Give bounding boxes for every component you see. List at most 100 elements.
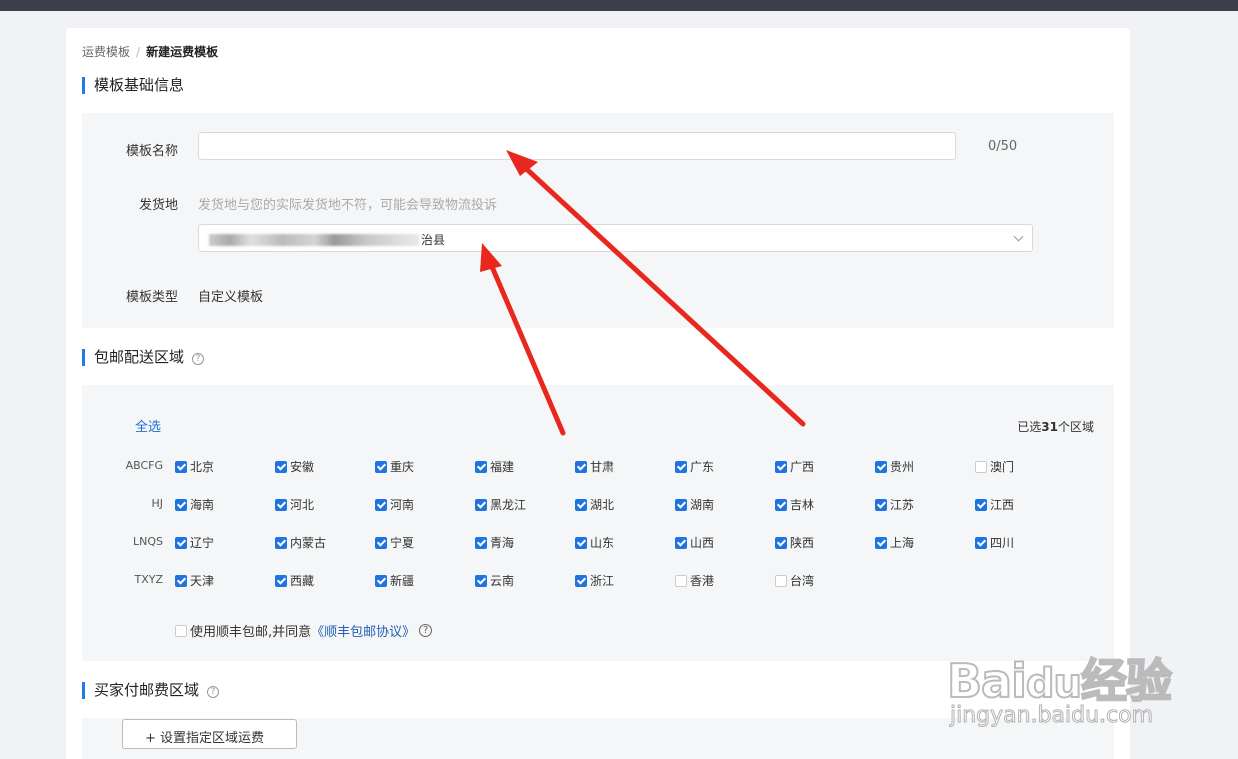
region-checkbox-item[interactable]: 宁夏: [375, 534, 414, 551]
region-checkbox-item[interactable]: 河北: [275, 496, 314, 513]
checkbox-checked-icon[interactable]: [675, 536, 687, 549]
checkbox-checked-icon[interactable]: [575, 498, 587, 511]
region-name: 西藏: [290, 574, 315, 588]
checkbox-checked-icon[interactable]: [175, 536, 187, 549]
region-checkbox-item[interactable]: 安徽: [275, 458, 314, 475]
region-name: 湖北: [590, 498, 615, 512]
region-checkbox-item[interactable]: 河南: [375, 496, 414, 513]
sf-checkbox[interactable]: [175, 624, 187, 637]
region-name: 甘肃: [590, 460, 615, 474]
checkbox-checked-icon[interactable]: [575, 536, 587, 549]
checkbox-checked-icon[interactable]: [375, 574, 387, 587]
region-checkbox-item[interactable]: 山西: [675, 534, 714, 551]
set-region-fee-button[interactable]: + 设置指定区域运费: [122, 719, 297, 749]
region-checkbox-item[interactable]: 内蒙古: [275, 534, 326, 551]
region-checkbox-item[interactable]: 湖南: [675, 496, 714, 513]
region-name: 上海: [890, 536, 915, 550]
region-name: 新疆: [390, 574, 415, 588]
help-icon[interactable]: ?: [207, 686, 220, 698]
region-checkbox-item[interactable]: 贵州: [875, 458, 914, 475]
checkbox-checked-icon[interactable]: [275, 574, 287, 587]
region-checkbox-item[interactable]: 广西: [775, 458, 814, 475]
origin-select[interactable]: 治县: [198, 224, 1033, 252]
select-all-link[interactable]: 全选: [135, 416, 161, 435]
checkbox-checked-icon[interactable]: [375, 498, 387, 511]
region-checkbox-item[interactable]: 新疆: [375, 572, 414, 589]
checkbox-checked-icon[interactable]: [775, 536, 787, 549]
checkbox-checked-icon[interactable]: [375, 460, 387, 473]
region-checkbox-item[interactable]: 江苏: [875, 496, 914, 513]
checkbox-checked-icon[interactable]: [475, 536, 487, 549]
checkbox-checked-icon[interactable]: [375, 536, 387, 549]
checkbox-checked-icon[interactable]: [275, 460, 287, 473]
region-name: 福建: [490, 460, 515, 474]
region-checkbox-item[interactable]: 重庆: [375, 458, 414, 475]
region-checkbox-item[interactable]: 青海: [475, 534, 514, 551]
region-name: 云南: [490, 574, 515, 588]
basic-info-title: 模板基础信息: [82, 77, 184, 94]
region-checkbox-item[interactable]: 澳门: [975, 458, 1014, 475]
checkbox-checked-icon[interactable]: [575, 574, 587, 587]
name-char-counter: 0/50: [988, 139, 1018, 154]
region-name: 广东: [690, 460, 715, 474]
checkbox-checked-icon[interactable]: [975, 498, 987, 511]
region-checkbox-item[interactable]: 四川: [975, 534, 1014, 551]
template-name-input[interactable]: [198, 132, 956, 160]
checkbox-checked-icon[interactable]: [175, 574, 187, 587]
checkbox-checked-icon[interactable]: [175, 498, 187, 511]
chevron-down-icon: [1013, 231, 1024, 242]
region-checkbox-item[interactable]: 云南: [475, 572, 514, 589]
help-icon[interactable]: ?: [419, 624, 433, 637]
checkbox-checked-icon[interactable]: [875, 460, 887, 473]
region-checkbox-item[interactable]: 天津: [175, 572, 214, 589]
checkbox-checked-icon[interactable]: [175, 460, 187, 473]
region-group-label: LNQS: [133, 535, 163, 548]
region-checkbox-item[interactable]: 北京: [175, 458, 214, 475]
region-checkbox-item[interactable]: 江西: [975, 496, 1014, 513]
checkbox-checked-icon[interactable]: [575, 460, 587, 473]
sf-agreement-row[interactable]: 使用顺丰包邮,并同意 《顺丰包邮协议》?: [175, 621, 433, 640]
checkbox-checked-icon[interactable]: [675, 460, 687, 473]
checkbox-checked-icon[interactable]: [775, 460, 787, 473]
region-name: 宁夏: [390, 536, 415, 550]
help-icon[interactable]: ?: [192, 353, 205, 365]
region-checkbox-item[interactable]: 辽宁: [175, 534, 214, 551]
selected-number: 31: [1041, 420, 1058, 434]
checkbox-checked-icon[interactable]: [775, 498, 787, 511]
region-checkbox-item[interactable]: 浙江: [575, 572, 614, 589]
region-checkbox-item[interactable]: 福建: [475, 458, 514, 475]
region-checkbox-item[interactable]: 香港: [675, 572, 714, 589]
region-checkbox-item[interactable]: 西藏: [275, 572, 314, 589]
selected-prefix: 已选: [1017, 420, 1042, 434]
checkbox-unchecked-icon[interactable]: [975, 460, 987, 473]
checkbox-checked-icon[interactable]: [675, 498, 687, 511]
sf-agreement-link[interactable]: 《顺丰包邮协议》: [311, 621, 415, 640]
checkbox-checked-icon[interactable]: [875, 498, 887, 511]
breadcrumb-separator: /: [136, 45, 141, 59]
region-name: 台湾: [790, 574, 815, 588]
region-checkbox-item[interactable]: 台湾: [775, 572, 814, 589]
region-checkbox-item[interactable]: 黑龙江: [475, 496, 526, 513]
checkbox-checked-icon[interactable]: [975, 536, 987, 549]
region-checkbox-item[interactable]: 甘肃: [575, 458, 614, 475]
checkbox-checked-icon[interactable]: [275, 498, 287, 511]
region-name: 山西: [690, 536, 715, 550]
region-name: 四川: [990, 536, 1015, 550]
breadcrumb-parent[interactable]: 运费模板: [82, 45, 130, 59]
selected-count: 已选31个区域: [1017, 418, 1094, 435]
region-checkbox-item[interactable]: 广东: [675, 458, 714, 475]
region-name: 海南: [190, 498, 215, 512]
checkbox-checked-icon[interactable]: [475, 574, 487, 587]
region-checkbox-item[interactable]: 上海: [875, 534, 914, 551]
checkbox-checked-icon[interactable]: [475, 498, 487, 511]
region-checkbox-item[interactable]: 湖北: [575, 496, 614, 513]
region-checkbox-item[interactable]: 海南: [175, 496, 214, 513]
checkbox-checked-icon[interactable]: [275, 536, 287, 549]
checkbox-checked-icon[interactable]: [475, 460, 487, 473]
checkbox-unchecked-icon[interactable]: [675, 574, 687, 587]
checkbox-unchecked-icon[interactable]: [775, 574, 787, 587]
region-checkbox-item[interactable]: 吉林: [775, 496, 814, 513]
region-checkbox-item[interactable]: 陕西: [775, 534, 814, 551]
checkbox-checked-icon[interactable]: [875, 536, 887, 549]
region-checkbox-item[interactable]: 山东: [575, 534, 614, 551]
